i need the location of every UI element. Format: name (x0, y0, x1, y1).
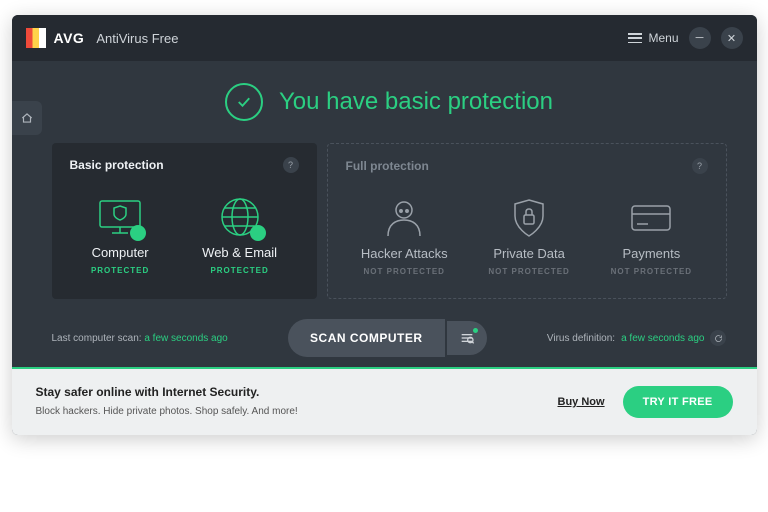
protected-badge-icon (130, 225, 146, 241)
app-logo: AVG AntiVirus Free (26, 28, 179, 48)
basic-protection-panel: Basic protection ? Computer PROT (52, 143, 317, 299)
promo-headline: Stay safer online with Internet Security… (36, 385, 298, 399)
tile-payments[interactable]: Payments NOT PROTECTED (611, 196, 692, 276)
protection-panels: Basic protection ? Computer PROT (52, 143, 727, 299)
last-scan-info: Last computer scan: a few seconds ago (52, 333, 228, 344)
logo-icon (26, 28, 46, 48)
try-free-button[interactable]: TRY IT FREE (623, 386, 733, 418)
refresh-icon (714, 334, 723, 343)
titlebar: AVG AntiVirus Free Menu ─ ✕ (12, 15, 757, 61)
menu-label: Menu (648, 31, 678, 45)
status-check-icon (225, 83, 263, 121)
scan-options-icon (459, 330, 475, 346)
minimize-button[interactable]: ─ (689, 27, 711, 49)
protection-status: You have basic protection (52, 73, 727, 143)
tile-status: PROTECTED (91, 266, 149, 275)
virus-def-label: Virus definition: (547, 333, 615, 344)
tile-label: Private Data (493, 246, 565, 261)
hamburger-icon (628, 33, 642, 43)
help-button[interactable]: ? (283, 157, 299, 173)
app-window: AVG AntiVirus Free Menu ─ ✕ You have bas… (12, 15, 757, 435)
tile-label: Hacker Attacks (361, 246, 448, 261)
scan-bar: Last computer scan: a few seconds ago SC… (52, 299, 727, 367)
tile-status: NOT PROTECTED (488, 267, 569, 276)
tile-private-data[interactable]: Private Data NOT PROTECTED (488, 196, 569, 276)
menu-button[interactable]: Menu (628, 31, 678, 45)
last-scan-label: Last computer scan: (52, 333, 142, 344)
virus-def-info: Virus definition: a few seconds ago (547, 330, 727, 346)
tile-label: Payments (622, 246, 680, 261)
full-protection-panel: Full protection ? Hacker Attacks NOT PRO… (327, 143, 727, 299)
status-headline: You have basic protection (279, 88, 553, 116)
panel-title: Basic protection (70, 158, 164, 172)
promo-banner: Stay safer online with Internet Security… (12, 369, 757, 435)
last-scan-value: a few seconds ago (144, 333, 227, 344)
protected-badge-icon (250, 225, 266, 241)
scan-options-button[interactable] (447, 321, 487, 355)
tile-status: NOT PROTECTED (611, 267, 692, 276)
tile-computer[interactable]: Computer PROTECTED (91, 195, 149, 275)
side-home-tab[interactable] (12, 101, 42, 135)
product-name: AntiVirus Free (96, 31, 178, 46)
tile-label: Computer (92, 245, 149, 260)
tile-web-email[interactable]: Web & Email PROTECTED (202, 195, 277, 275)
tile-label: Web & Email (202, 245, 277, 260)
lock-shield-icon (507, 196, 551, 240)
help-button[interactable]: ? (692, 158, 708, 174)
hacker-icon (382, 196, 426, 240)
home-icon (20, 111, 34, 125)
brand-name: AVG (54, 30, 85, 46)
close-button[interactable]: ✕ (721, 27, 743, 49)
tile-hacker-attacks[interactable]: Hacker Attacks NOT PROTECTED (361, 196, 448, 276)
virus-def-value: a few seconds ago (621, 333, 704, 344)
buy-now-link[interactable]: Buy Now (558, 396, 605, 408)
panel-title: Full protection (346, 159, 429, 173)
promo-subtext: Block hackers. Hide private photos. Shop… (36, 406, 298, 417)
credit-card-icon (626, 198, 676, 238)
tile-status: NOT PROTECTED (364, 267, 445, 276)
scan-computer-button[interactable]: SCAN COMPUTER (288, 319, 445, 357)
tile-status: PROTECTED (210, 266, 268, 275)
refresh-button[interactable] (710, 330, 726, 346)
